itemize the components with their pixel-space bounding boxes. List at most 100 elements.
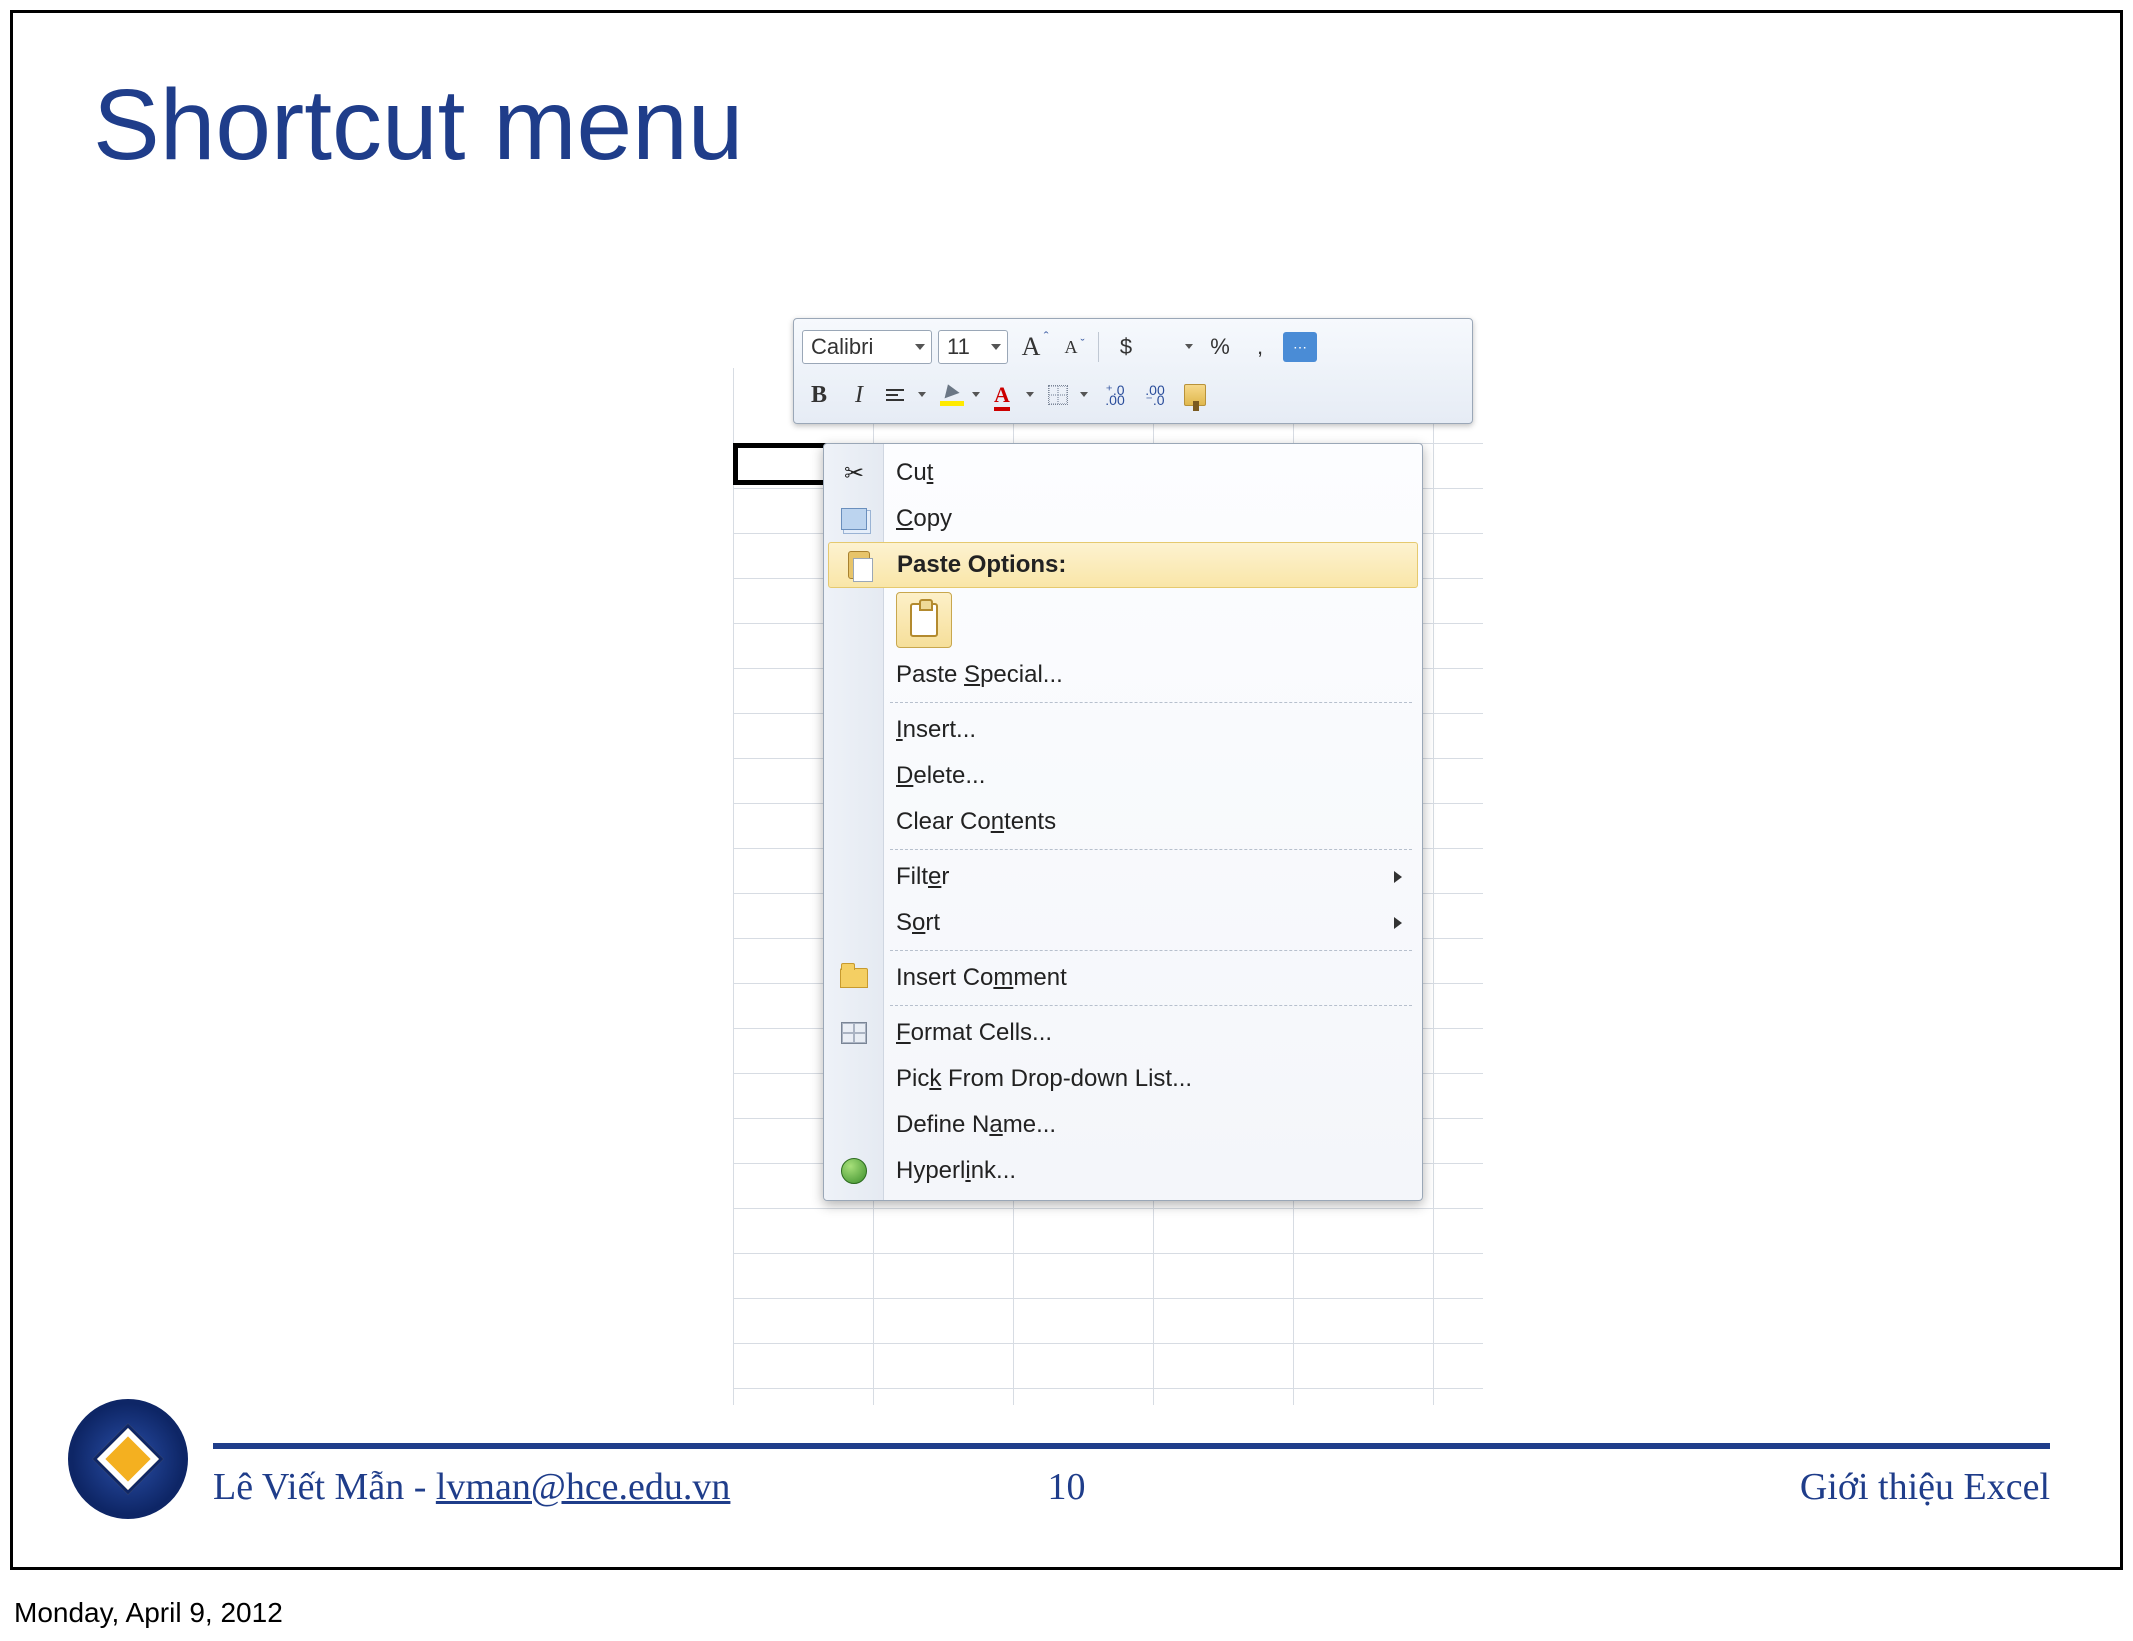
dropdown-caret-icon [1185, 344, 1193, 349]
globe-icon [838, 1155, 870, 1187]
paste-icon [843, 549, 875, 581]
mini-toolbar: Calibri 11 Aˆ Aˇ $ % , ⋯ B I [793, 318, 1473, 424]
shrink-font-button[interactable]: Aˇ [1054, 330, 1088, 364]
menu-label: Pick From Drop-down List... [896, 1065, 1192, 1093]
align-button[interactable] [882, 378, 930, 412]
separator [1098, 332, 1099, 362]
shrink-font-icon: Aˇ [1065, 337, 1078, 358]
increase-decimal-icon: ⁺.0.00 [1105, 385, 1124, 405]
borders-icon [1048, 385, 1068, 405]
currency-dropdown[interactable] [1149, 330, 1197, 364]
format-painter-button[interactable] [1178, 378, 1212, 412]
logo-diamond-icon [93, 1424, 164, 1495]
menu-label: Filter [896, 863, 949, 891]
italic-button[interactable]: I [842, 378, 876, 412]
context-menu: ✂ Cut Copy Paste Options: Paste Special.… [823, 443, 1423, 1201]
menu-item-paste-options-header[interactable]: Paste Options: [828, 542, 1418, 588]
decrease-decimal-button[interactable]: .00⁻.0 [1138, 378, 1172, 412]
increase-decimal-button[interactable]: ⁺.0.00 [1098, 378, 1132, 412]
bold-button[interactable]: B [802, 378, 836, 412]
dropdown-caret-icon [991, 344, 1001, 350]
fill-color-button[interactable] [936, 378, 984, 412]
menu-item-cut[interactable]: ✂ Cut [824, 450, 1422, 496]
comma-format-button[interactable]: , [1243, 330, 1277, 364]
decrease-decimal-icon: .00⁻.0 [1145, 385, 1164, 405]
clipboard-icon [910, 603, 938, 637]
number-dialog-icon: ⋯ [1283, 332, 1317, 362]
font-size-value: 11 [947, 334, 970, 360]
menu-item-sort[interactable]: Sort [824, 900, 1422, 946]
grow-font-icon: Aˆ [1022, 332, 1041, 362]
menu-label: Insert Comment [896, 964, 1067, 992]
footer-topic: Giới thiệu Excel [1800, 1465, 2050, 1509]
grow-font-button[interactable]: Aˆ [1014, 330, 1048, 364]
menu-separator [890, 702, 1412, 703]
menu-label: Insert... [896, 716, 976, 744]
excel-screenshot: Calibri 11 Aˆ Aˇ $ % , ⋯ B I [733, 313, 1483, 1405]
menu-item-filter[interactable]: Filter [824, 854, 1422, 900]
footer-page-number: 10 [1048, 1465, 1086, 1509]
font-name-combo[interactable]: Calibri [802, 330, 932, 364]
menu-item-copy[interactable]: Copy [824, 496, 1422, 542]
dropdown-caret-icon [972, 392, 980, 397]
author-email-link[interactable]: lvman@hce.edu.vn [436, 1466, 731, 1508]
cut-icon: ✂ [838, 457, 870, 489]
menu-item-clear-contents[interactable]: Clear Contents [824, 799, 1422, 845]
menu-item-delete[interactable]: Delete... [824, 753, 1422, 799]
menu-label: Sort [896, 909, 940, 937]
menu-separator [890, 1005, 1412, 1006]
table-icon [838, 1017, 870, 1049]
menu-item-insert-comment[interactable]: Insert Comment [824, 955, 1422, 1001]
menu-label: Format Cells... [896, 1019, 1052, 1047]
selected-cell[interactable] [733, 443, 829, 485]
submenu-arrow-icon [1394, 871, 1402, 883]
dropdown-caret-icon [918, 392, 926, 397]
footer-author: Lê Viết Mẫn - lvman@hce.edu.vn [213, 1465, 730, 1509]
menu-item-define-name[interactable]: Define Name... [824, 1102, 1422, 1148]
dropdown-caret-icon [1080, 392, 1088, 397]
submenu-arrow-icon [1394, 917, 1402, 929]
comma-icon: , [1257, 334, 1263, 360]
menu-item-hyperlink[interactable]: Hyperlink... [824, 1148, 1422, 1194]
menu-item-paste-special[interactable]: Paste Special... [824, 652, 1422, 698]
dropdown-caret-icon [1026, 392, 1034, 397]
menu-label: Cut [896, 459, 933, 487]
paste-option-default[interactable] [896, 592, 952, 648]
fill-color-icon [940, 384, 964, 406]
align-icon [886, 389, 904, 401]
menu-separator [890, 950, 1412, 951]
borders-button[interactable] [1044, 378, 1092, 412]
font-size-combo[interactable]: 11 [938, 330, 1008, 364]
author-name: Lê Viết Mẫn - [213, 1466, 436, 1508]
menu-item-format-cells[interactable]: Format Cells... [824, 1010, 1422, 1056]
export-timestamp: Monday, April 9, 2012 [14, 1597, 283, 1629]
menu-item-insert[interactable]: Insert... [824, 707, 1422, 753]
menu-label: Hyperlink... [896, 1157, 1016, 1185]
menu-label: Paste Options: [897, 551, 1066, 579]
menu-label: Clear Contents [896, 808, 1056, 836]
font-name-value: Calibri [811, 334, 873, 360]
currency-format-button[interactable]: $ [1109, 330, 1143, 364]
university-logo [68, 1399, 188, 1519]
bold-icon: B [811, 382, 827, 409]
menu-label: Paste Special... [896, 661, 1063, 689]
format-painter-icon [1184, 384, 1206, 406]
menu-label: Define Name... [896, 1111, 1056, 1139]
slide-frame: Shortcut menu [10, 10, 2123, 1570]
menu-separator [890, 849, 1412, 850]
menu-label: Copy [896, 505, 952, 533]
font-color-icon: A [994, 382, 1010, 408]
menu-label: Delete... [896, 762, 985, 790]
percent-format-button[interactable]: % [1203, 330, 1237, 364]
menu-item-pick-from-list[interactable]: Pick From Drop-down List... [824, 1056, 1422, 1102]
folder-icon [838, 962, 870, 994]
percent-icon: % [1210, 334, 1230, 360]
slide-title: Shortcut menu [93, 68, 2120, 183]
copy-icon [838, 503, 870, 535]
italic-icon: I [855, 382, 863, 409]
dropdown-caret-icon [915, 344, 925, 350]
number-format-dialog-button[interactable]: ⋯ [1283, 330, 1317, 364]
currency-icon: $ [1120, 334, 1132, 360]
footer-divider [213, 1443, 2050, 1449]
font-color-button[interactable]: A [990, 378, 1038, 412]
